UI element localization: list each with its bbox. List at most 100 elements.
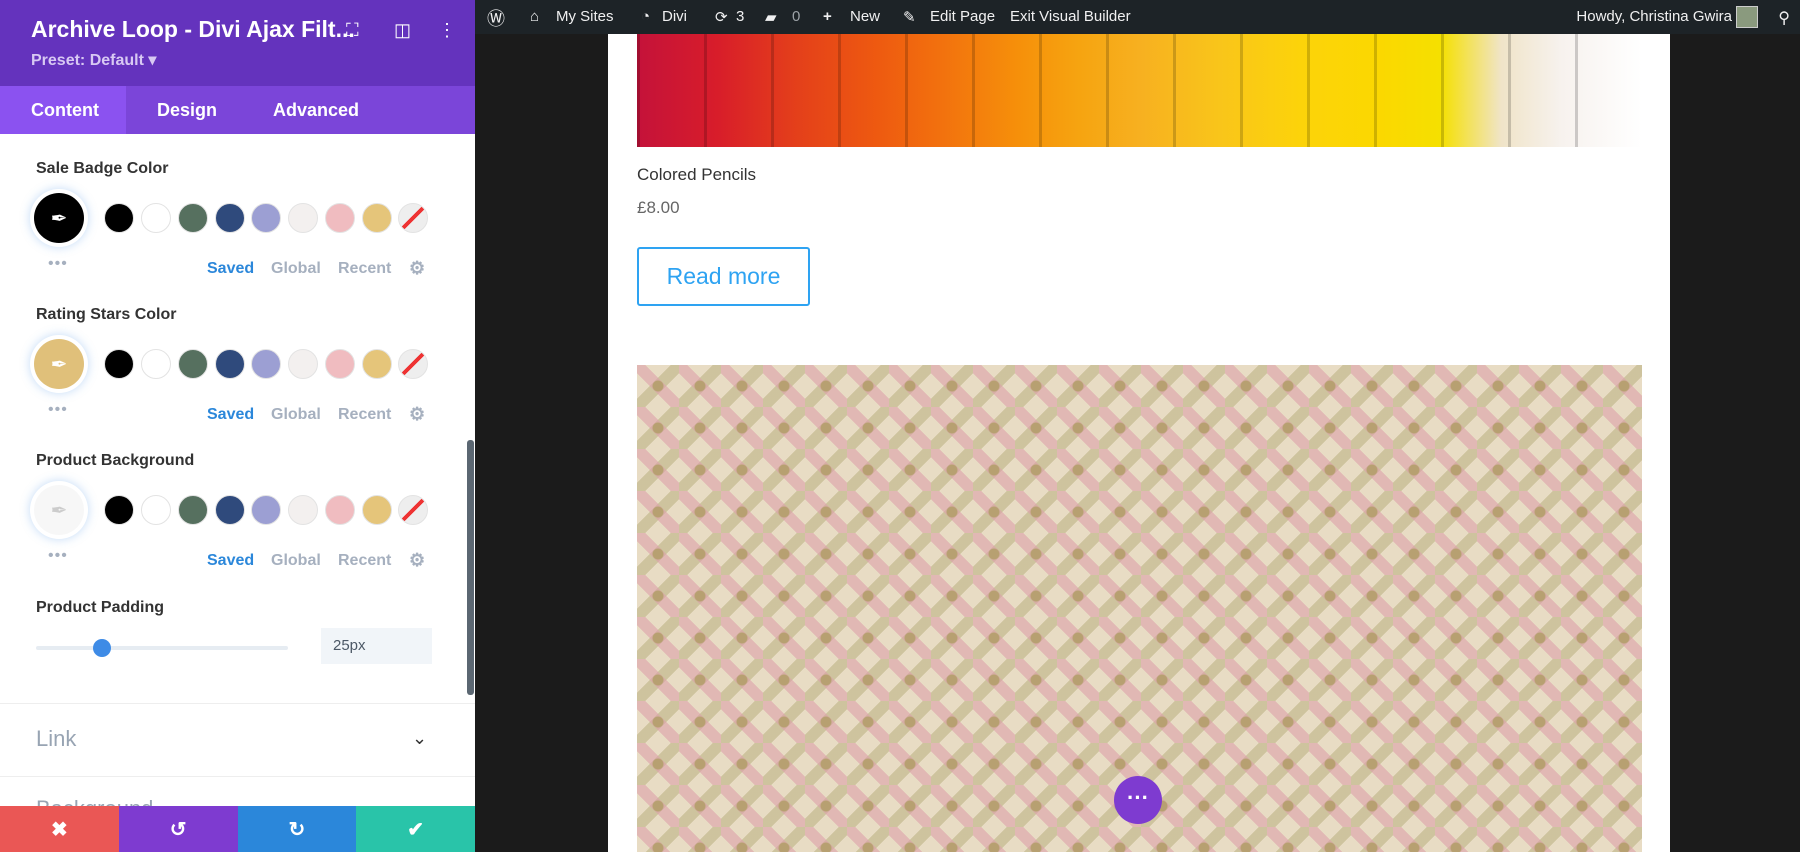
- product-name[interactable]: Colored Pencils: [637, 165, 756, 185]
- palette-swatch[interactable]: [141, 495, 171, 525]
- wp-admin-bar: Ⓦ ⌂ My Sites ◔ Divi ⟳ 3 ▰ 0 + New ✎ Edit…: [475, 0, 1800, 34]
- saved-colors-tab[interactable]: Saved: [207, 552, 254, 570]
- builder-options-button[interactable]: ···: [1114, 776, 1162, 824]
- tab-advanced[interactable]: Advanced: [242, 86, 390, 134]
- palette-swatch[interactable]: [288, 349, 318, 379]
- undo-button[interactable]: ↺: [118, 806, 238, 852]
- panel-header: Archive Loop - Divi Ajax Filt... Preset:…: [0, 0, 475, 86]
- recent-colors-tab[interactable]: Recent: [338, 552, 391, 570]
- palette-swatch[interactable]: [325, 349, 355, 379]
- search-icon[interactable]: ⚲: [1778, 8, 1790, 28]
- global-colors-tab[interactable]: Global: [271, 260, 321, 278]
- palette-swatch[interactable]: [251, 495, 281, 525]
- padding-slider-thumb[interactable]: [92, 639, 111, 657]
- padding-input[interactable]: 25px: [321, 628, 432, 664]
- divider: [0, 776, 475, 777]
- product-image-pencils[interactable]: [637, 34, 1642, 147]
- palette-swatch[interactable]: [104, 495, 134, 525]
- comments-count[interactable]: 0: [792, 8, 800, 25]
- eyedropper-icon: ✒: [50, 499, 68, 522]
- avatar[interactable]: [1736, 6, 1758, 28]
- padding-slider-track[interactable]: [36, 646, 288, 650]
- more-dots-icon[interactable]: •••: [48, 255, 68, 273]
- panel-footer: ✖ ↺ ↻ ✔: [0, 806, 475, 852]
- tab-content[interactable]: Content: [0, 86, 126, 134]
- edit-page-link[interactable]: Edit Page: [930, 8, 995, 25]
- palette-swatch[interactable]: [215, 349, 245, 379]
- palette-swatch[interactable]: [251, 203, 281, 233]
- close-icon: ✖: [50, 818, 68, 841]
- tab-design[interactable]: Design: [126, 86, 248, 134]
- palette-swatch[interactable]: [362, 495, 392, 525]
- palette-swatch[interactable]: [215, 203, 245, 233]
- split-view-icon[interactable]: ◫: [394, 20, 411, 41]
- check-icon: ✔: [407, 818, 424, 841]
- palette-swatch[interactable]: [325, 203, 355, 233]
- divi-link[interactable]: Divi: [662, 8, 687, 25]
- palette-swatch[interactable]: [104, 349, 134, 379]
- divider: [0, 703, 475, 704]
- discard-button[interactable]: ✖: [0, 806, 119, 852]
- comment-icon: ▰: [765, 9, 777, 26]
- panel-title: Archive Loop - Divi Ajax Filt...: [31, 16, 355, 42]
- no-color-swatch[interactable]: [398, 349, 428, 379]
- more-options-icon[interactable]: ⋮: [438, 20, 456, 41]
- saved-colors-tab[interactable]: Saved: [207, 260, 254, 278]
- palette-swatch[interactable]: [141, 349, 171, 379]
- palette-swatch[interactable]: [178, 203, 208, 233]
- gear-icon[interactable]: ⚙: [409, 404, 425, 425]
- eyedropper-icon: ✒: [50, 353, 68, 376]
- palette-swatch[interactable]: [325, 495, 355, 525]
- palette-swatch[interactable]: [104, 203, 134, 233]
- global-colors-tab[interactable]: Global: [271, 406, 321, 424]
- color-setting-label: Sale Badge Color: [36, 160, 169, 177]
- palette-swatch[interactable]: [141, 203, 171, 233]
- palette-swatch[interactable]: [178, 495, 208, 525]
- updates-icon: ⟳: [715, 9, 728, 26]
- updates-count[interactable]: 3: [736, 8, 744, 25]
- undo-icon: ↺: [169, 818, 187, 841]
- gear-icon[interactable]: ⚙: [409, 550, 425, 571]
- palette-swatch[interactable]: [288, 203, 318, 233]
- scrollbar[interactable]: [467, 440, 474, 695]
- more-dots-icon[interactable]: •••: [48, 401, 68, 419]
- color-picker-button[interactable]: ✒: [34, 339, 84, 389]
- palette-swatch[interactable]: [215, 495, 245, 525]
- recent-colors-tab[interactable]: Recent: [338, 260, 391, 278]
- palette-swatch[interactable]: [178, 349, 208, 379]
- chevron-down-icon[interactable]: ⌄: [412, 728, 427, 749]
- wordpress-logo-icon[interactable]: Ⓦ: [487, 5, 505, 31]
- no-color-swatch[interactable]: [398, 203, 428, 233]
- link-section-toggle[interactable]: Link: [36, 726, 76, 752]
- color-picker-button[interactable]: ✒: [34, 485, 84, 535]
- new-link[interactable]: New: [850, 8, 880, 25]
- read-more-button[interactable]: Read more: [637, 247, 810, 306]
- global-colors-tab[interactable]: Global: [271, 552, 321, 570]
- palette-swatch[interactable]: [288, 495, 318, 525]
- saved-colors-tab[interactable]: Saved: [207, 406, 254, 424]
- exit-visual-builder-link[interactable]: Exit Visual Builder: [1010, 8, 1131, 25]
- save-button[interactable]: ✔: [356, 806, 475, 852]
- eyedropper-icon: ✒: [50, 207, 68, 230]
- pencil-icon: ✎: [903, 9, 916, 26]
- redo-button[interactable]: ↻: [237, 806, 357, 852]
- color-setting-label: Product Background: [36, 452, 195, 469]
- my-sites-link[interactable]: My Sites: [556, 8, 614, 25]
- product-price: £8.00: [637, 198, 680, 217]
- plus-icon: +: [823, 8, 832, 25]
- preset-dropdown[interactable]: Preset: Default ▾: [31, 50, 156, 70]
- gear-icon[interactable]: ⚙: [409, 258, 425, 279]
- color-picker-button[interactable]: ✒: [34, 193, 84, 243]
- panel-tabs: Content Design Advanced: [0, 86, 475, 134]
- recent-colors-tab[interactable]: Recent: [338, 406, 391, 424]
- focus-icon[interactable]: ⛶: [346, 20, 359, 41]
- product-padding-label: Product Padding: [36, 599, 164, 616]
- palette-swatch[interactable]: [251, 349, 281, 379]
- settings-panel: Archive Loop - Divi Ajax Filt... Preset:…: [0, 0, 475, 852]
- palette-swatch[interactable]: [362, 203, 392, 233]
- howdy-user-link[interactable]: Howdy, Christina Gwira: [1576, 8, 1732, 25]
- more-dots-icon[interactable]: •••: [48, 547, 68, 565]
- no-color-swatch[interactable]: [398, 495, 428, 525]
- palette-swatch[interactable]: [362, 349, 392, 379]
- my-sites-icon: ⌂: [530, 8, 540, 25]
